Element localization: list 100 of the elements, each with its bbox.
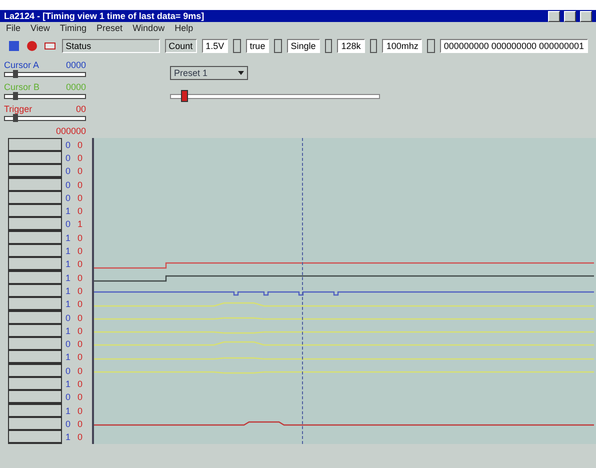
trigger-value: 0 [76, 246, 84, 256]
channel-value: 1 [64, 272, 72, 283]
cursor-slider[interactable] [4, 72, 86, 77]
trigger-value: 0 [76, 432, 84, 442]
preset-dropdown[interactable]: Preset 1 [170, 66, 248, 80]
trigger-value: 0 [76, 192, 84, 203]
trigger-value: 0 [76, 152, 84, 163]
channel-value: 1 [64, 406, 72, 416]
trigger-value: 0 [76, 392, 84, 402]
cursor-label: Cursor B [4, 82, 40, 92]
channel-name-field[interactable] [8, 164, 62, 178]
menu-item[interactable]: Timing [60, 23, 87, 33]
channel-value: 1 [64, 432, 72, 442]
trigger-value: 0 [76, 166, 84, 176]
channel-name-field[interactable] [8, 138, 62, 152]
spin-field[interactable]: 128k [337, 39, 365, 53]
channel-name-field[interactable] [8, 404, 62, 418]
channel-value: 1 [64, 259, 72, 270]
pattern-field[interactable]: 000000000 000000000 000000001 [440, 39, 588, 53]
zoom-slider[interactable] [170, 90, 380, 102]
cursor-label: Trigger [4, 104, 32, 114]
spin-field[interactable]: 100mhz [382, 39, 422, 53]
cursor-label: Cursor A [4, 60, 40, 70]
channel-name-field[interactable] [8, 284, 62, 298]
trigger-value: 0 [76, 286, 84, 296]
channel-value: 1 [64, 378, 72, 389]
trigger-value: 0 [76, 339, 84, 350]
channel-name-field[interactable] [8, 217, 62, 232]
stop-icon[interactable] [26, 39, 39, 53]
trigger-value: 0 [76, 418, 84, 429]
channel-name-field[interactable] [8, 204, 62, 218]
channel-value: 0 [64, 166, 72, 176]
channel-name-field[interactable] [8, 337, 62, 352]
count-label: Count [164, 39, 197, 53]
channel-value: 1 [64, 206, 72, 216]
trigger-value: 1 [76, 219, 84, 230]
channel-value: 0 [64, 152, 72, 163]
status-field: Status [62, 39, 160, 53]
channel-name-field[interactable] [8, 150, 62, 165]
trigger-value: 0 [76, 352, 84, 362]
channel-name-field[interactable] [8, 324, 62, 338]
channel-name-field[interactable] [8, 190, 62, 205]
channel-name-field[interactable] [8, 297, 62, 312]
channel-name-field[interactable] [8, 270, 62, 285]
menu-item[interactable]: Preset [96, 23, 123, 33]
channel-value: 1 [64, 299, 72, 310]
run-icon[interactable] [8, 39, 21, 53]
menu-item[interactable]: View [30, 23, 50, 33]
spin-field[interactable]: true [246, 39, 270, 53]
channel-value: 0 [64, 366, 72, 376]
minimize-button[interactable] [548, 10, 560, 22]
window-title: La2124 - [Timing view 1 time of last data= 9ms] [4, 11, 204, 21]
menu-item[interactable]: Help [174, 23, 194, 33]
trigger-value: 0 [76, 232, 84, 243]
channel-name-field[interactable] [8, 377, 62, 391]
close-button[interactable] [580, 10, 592, 22]
trigger-value: 0 [76, 180, 84, 190]
menu-item[interactable]: Window [132, 23, 165, 33]
cursor-slider[interactable] [4, 116, 86, 121]
trigger-value: 0 [76, 406, 84, 416]
trigger-value: 0 [76, 140, 84, 150]
channel-name-field[interactable] [8, 390, 62, 404]
caret-icon[interactable] [238, 71, 244, 75]
menu-item[interactable]: File [6, 23, 21, 33]
cursor-value: 00 [76, 104, 86, 114]
trigger-value: 0 [76, 326, 84, 336]
channel-value: 0 [64, 312, 72, 322]
spin-field[interactable]: Single [286, 39, 320, 53]
value-header: 000000 [56, 126, 86, 136]
trigger-value: 0 [76, 378, 84, 389]
cursor-value: 0000 [66, 82, 86, 92]
channel-name-field[interactable] [8, 230, 62, 245]
cursor-slider[interactable] [4, 94, 86, 99]
trigger-value: 0 [76, 312, 84, 322]
channel-name-field[interactable] [8, 244, 62, 258]
channel-name-field[interactable] [8, 416, 62, 431]
channel-name-field[interactable] [8, 350, 62, 364]
channel-value: 0 [64, 219, 72, 230]
spin-field[interactable]: 1.5V [202, 39, 228, 53]
trigger-value: 0 [76, 259, 84, 270]
channel-value: 0 [64, 192, 72, 203]
channel-value: 1 [64, 232, 72, 243]
cursor-value: 0000 [66, 60, 86, 70]
trigger-value: 0 [76, 366, 84, 376]
channel-value: 1 [64, 286, 72, 296]
channel-value: 0 [64, 339, 72, 350]
channel-name-field[interactable] [8, 257, 62, 272]
trigger-value: 0 [76, 272, 84, 283]
channel-name-field[interactable] [8, 310, 62, 325]
channel-value: 1 [64, 246, 72, 256]
channel-name-field[interactable] [8, 178, 62, 192]
channel-value: 0 [64, 418, 72, 429]
channel-name-field[interactable] [8, 364, 62, 378]
trigger-value: 0 [76, 206, 84, 216]
channel-value: 0 [64, 140, 72, 150]
channel-value: 0 [64, 180, 72, 190]
channel-value: 1 [64, 352, 72, 362]
channel-value: 0 [64, 392, 72, 402]
maximize-button[interactable] [564, 10, 576, 22]
channel-name-field[interactable] [8, 430, 62, 444]
